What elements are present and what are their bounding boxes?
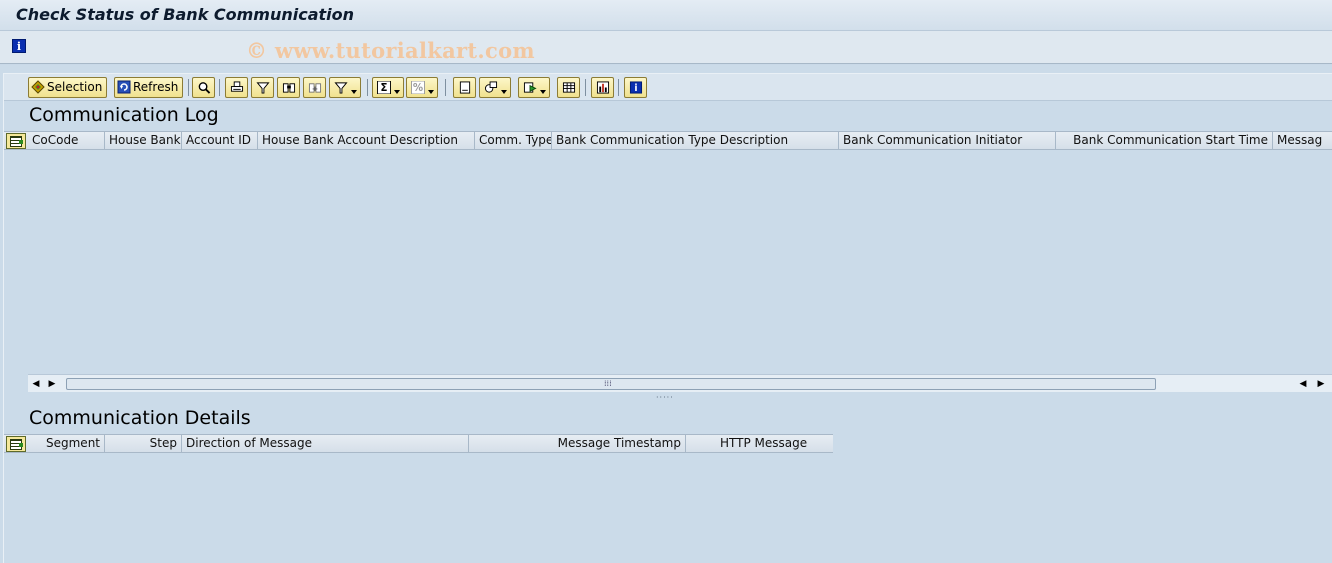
chevron-down-icon <box>394 90 400 94</box>
subtotal-button[interactable]: % <box>406 77 438 98</box>
sum-button[interactable]: Σ <box>372 77 404 98</box>
export-icon <box>523 82 537 93</box>
views-icon <box>484 81 498 93</box>
set-filter-button[interactable] <box>329 77 361 98</box>
details-icon <box>198 82 211 94</box>
splitter-handle[interactable]: ····· <box>656 394 680 402</box>
filter-button[interactable] <box>251 77 274 98</box>
application-toolbar: i © www.tutorialkart.com <box>0 31 1332 64</box>
main-area: Selection Refresh + Σ % i Communication … <box>0 65 1332 563</box>
subtotal-icon: % <box>411 81 425 94</box>
details-grid-header: Segment Step Direction of Message Messag… <box>4 434 833 453</box>
toolbar-separator <box>367 79 368 96</box>
find-next-icon: + <box>308 83 322 93</box>
column-header-account-id[interactable]: Account ID <box>182 132 258 149</box>
chevron-down-icon <box>351 90 357 94</box>
scroll-left-icon[interactable]: ◀ <box>1298 378 1308 390</box>
column-header-direction[interactable]: Direction of Message <box>182 435 469 452</box>
layout-icon <box>562 82 576 93</box>
find-button[interactable] <box>277 77 300 98</box>
column-header-step[interactable]: Step <box>105 435 182 452</box>
selection-button[interactable]: Selection <box>28 77 108 98</box>
chevron-down-icon <box>540 90 546 94</box>
graphics-icon <box>596 81 610 94</box>
column-header-segment[interactable]: Segment <box>28 435 105 452</box>
log-section-title: Communication Log <box>29 104 219 126</box>
grip-icon: ⁞⁞⁞ <box>604 379 612 388</box>
refresh-button[interactable]: Refresh <box>114 77 184 98</box>
column-header-account-description[interactable]: House Bank Account Description <box>258 132 475 149</box>
column-header-message[interactable]: Messag <box>1273 132 1332 149</box>
print-button[interactable] <box>225 77 248 98</box>
title-bar: Check Status of Bank Communication <box>0 0 1332 31</box>
svg-text:i: i <box>634 83 637 94</box>
column-header-comm-type[interactable]: Comm. Type <box>475 132 552 149</box>
column-header-message-timestamp[interactable]: Message Timestamp <box>469 435 686 452</box>
column-header-cocode[interactable]: CoCode <box>28 132 105 149</box>
column-header-start-time[interactable]: Bank Communication Start Time <box>1056 132 1273 149</box>
refresh-label: Refresh <box>133 80 179 94</box>
scroll-right-icon[interactable]: ▶ <box>1316 378 1326 390</box>
content-frame: Selection Refresh + Σ % i Communication … <box>3 73 1332 563</box>
print-preview-button[interactable] <box>453 77 476 98</box>
selection-label: Selection <box>47 80 103 94</box>
details-section-title: Communication Details <box>29 407 251 429</box>
print-icon <box>230 81 244 92</box>
refresh-icon <box>117 80 131 94</box>
scroll-left-icon[interactable]: ◀ <box>31 378 41 390</box>
window-title: Check Status of Bank Communication <box>16 5 355 24</box>
watermark: © www.tutorialkart.com <box>246 38 535 63</box>
info-icon: i <box>629 81 643 94</box>
chevron-down-icon <box>428 90 434 94</box>
log-grid-header: CoCode House Bank Account ID House Bank … <box>4 131 1332 150</box>
views-button[interactable] <box>479 77 511 98</box>
svg-text:+: + <box>312 84 318 93</box>
find-icon <box>282 83 296 93</box>
toolbar-separator <box>445 79 446 96</box>
find-next-button[interactable]: + <box>303 77 326 98</box>
filter-icon <box>256 82 270 94</box>
sum-icon: Σ <box>377 81 391 94</box>
log-horizontal-scrollbar[interactable]: ◀ ▶ ⁞⁞⁞ ◀ ▶ <box>28 374 1332 392</box>
toolbar-separator <box>219 79 220 96</box>
info-icon[interactable]: i <box>12 39 26 53</box>
toolbar-separator <box>618 79 619 96</box>
column-header-http-message[interactable]: HTTP Message <box>686 435 833 452</box>
details-button[interactable] <box>192 77 215 98</box>
scroll-thumb[interactable]: ⁞⁞⁞ <box>66 378 1156 390</box>
print-preview-icon <box>459 81 471 94</box>
svg-text:Σ: Σ <box>381 83 388 94</box>
chevron-down-icon <box>501 90 507 94</box>
toolbar-separator <box>585 79 586 96</box>
toolbar-separator <box>188 79 189 96</box>
column-header-comm-type-description[interactable]: Bank Communication Type Description <box>552 132 839 149</box>
column-header-initiator[interactable]: Bank Communication Initiator <box>839 132 1056 149</box>
graphics-button[interactable] <box>591 77 614 98</box>
scroll-right-icon[interactable]: ▶ <box>47 378 57 390</box>
export-button[interactable] <box>518 77 550 98</box>
layout-icon[interactable] <box>6 436 26 452</box>
column-header-house-bank[interactable]: House Bank <box>105 132 182 149</box>
alv-toolbar: Selection Refresh + Σ % i <box>4 74 1332 101</box>
selection-icon <box>31 80 45 94</box>
layout-icon[interactable] <box>6 133 26 149</box>
svg-text:%: % <box>413 83 423 94</box>
info-button[interactable]: i <box>624 77 647 98</box>
layout-button[interactable] <box>557 77 580 98</box>
set-filter-icon <box>334 82 348 94</box>
